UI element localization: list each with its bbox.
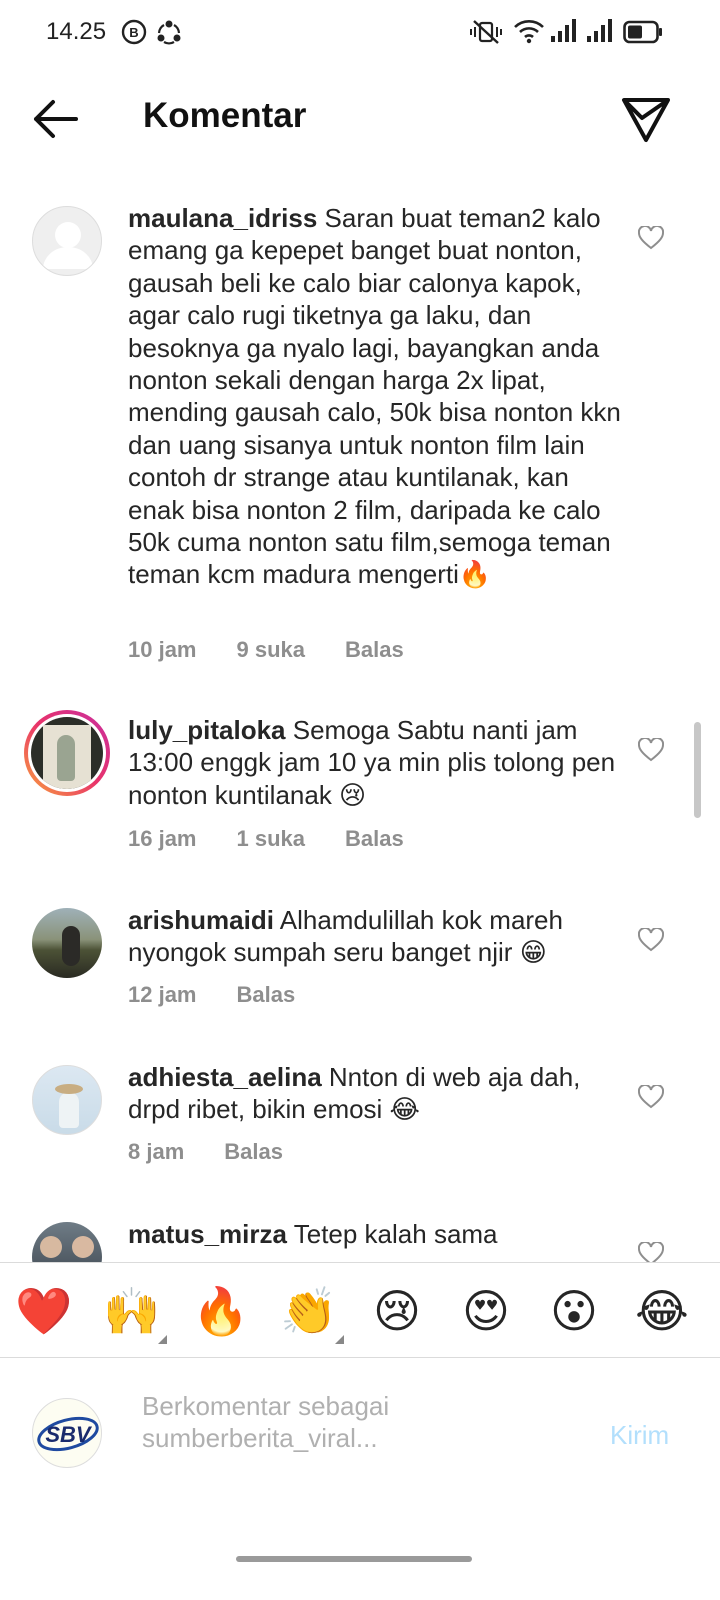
- comment-meta: 12 jam Balas: [128, 982, 295, 1008]
- reply-button[interactable]: Balas: [224, 1139, 283, 1165]
- svg-text:SBV: SBV: [45, 1422, 93, 1447]
- emoji-fire[interactable]: 🔥: [191, 1283, 251, 1339]
- avatar[interactable]: [32, 206, 102, 276]
- comment-body: arishumaidi Alhamdulillah kok mareh nyon…: [128, 904, 628, 969]
- comment-likes[interactable]: 9 suka: [237, 637, 306, 663]
- status-bar: 14.25 B: [0, 0, 720, 64]
- sbv-logo-icon: SBV: [37, 1416, 99, 1452]
- reply-button[interactable]: Balas: [345, 826, 404, 852]
- home-indicator[interactable]: [236, 1556, 472, 1562]
- reply-button[interactable]: Balas: [237, 982, 296, 1008]
- paper-plane-icon: [622, 98, 670, 142]
- comment-meta: 16 jam 1 suka Balas: [128, 826, 404, 852]
- status-time: 14.25: [46, 18, 107, 45]
- comment-composer: SBV Berkomentar sebagai sumberberita_vir…: [0, 1358, 720, 1508]
- comment-time: 8 jam: [128, 1139, 185, 1164]
- emoji-clapping-hands[interactable]: 👏: [279, 1283, 339, 1339]
- comment-list[interactable]: maulana_idriss Saran buat teman2 kalo em…: [0, 168, 720, 1286]
- my-avatar: SBV: [32, 1398, 102, 1468]
- like-button[interactable]: [637, 224, 665, 250]
- heart-outline-icon: [637, 736, 665, 762]
- signal-2-icon: [586, 18, 614, 49]
- default-user-icon: [43, 222, 93, 269]
- comment-body: luly_pitaloka Semoga Sabtu nanti jam 13:…: [128, 714, 628, 811]
- comment-username[interactable]: adhiesta_aelina: [128, 1062, 322, 1092]
- emoji-tears-of-joy[interactable]: 😂: [632, 1283, 692, 1339]
- heart-outline-icon: [637, 1083, 665, 1109]
- comment-meta: 10 jam 9 suka Balas: [128, 637, 404, 663]
- comment-username[interactable]: matus_mirza: [128, 1219, 287, 1249]
- comment-username[interactable]: maulana_idriss: [128, 203, 317, 233]
- comment-body: adhiesta_aelina Nnton di web aja dah, dr…: [128, 1061, 628, 1126]
- post-button[interactable]: Kirim: [610, 1420, 669, 1451]
- comment-body: maulana_idriss Saran buat teman2 kalo em…: [128, 202, 628, 591]
- comment-time: 16 jam: [128, 826, 197, 851]
- b-notification-icon: B: [121, 19, 147, 50]
- wifi-icon: [513, 18, 545, 49]
- reply-button[interactable]: Balas: [345, 637, 404, 663]
- emoji-quick-bar: ❤️ 🙌 🔥 👏 😢 😍 😮 😂: [0, 1262, 720, 1358]
- share-button[interactable]: [618, 92, 674, 148]
- comment-text: Tetep kalah sama: [293, 1219, 498, 1249]
- comment-input[interactable]: Berkomentar sebagai sumberberita_viral..…: [142, 1390, 562, 1454]
- avatar[interactable]: [32, 908, 102, 978]
- avatar[interactable]: [24, 710, 110, 796]
- emoji-surprised[interactable]: 😮: [544, 1283, 604, 1339]
- skin-tone-indicator: [158, 1335, 167, 1344]
- svg-text:B: B: [129, 25, 138, 40]
- battery-icon: [623, 20, 663, 49]
- comment-text: Saran buat teman2 kalo emang ga kepepet …: [128, 203, 621, 590]
- sync-notification-icon: [155, 18, 183, 51]
- comment-username[interactable]: arishumaidi: [128, 905, 274, 935]
- vibrate-mute-icon: [470, 19, 502, 50]
- emoji-raising-hands[interactable]: 🙌: [102, 1283, 162, 1339]
- skin-tone-indicator: [335, 1335, 344, 1344]
- like-button[interactable]: [637, 926, 665, 952]
- heart-outline-icon: [637, 926, 665, 952]
- comment-meta: 8 jam Balas: [128, 1139, 283, 1165]
- comment-likes[interactable]: 1 suka: [237, 826, 306, 852]
- signal-1-icon: [550, 18, 578, 49]
- scrollbar[interactable]: [694, 722, 701, 818]
- back-button[interactable]: [26, 94, 86, 144]
- comment-time: 12 jam: [128, 982, 197, 1007]
- header: Komentar: [0, 72, 720, 168]
- like-button[interactable]: [637, 1083, 665, 1109]
- heart-outline-icon: [637, 224, 665, 250]
- page-title: Komentar: [143, 96, 307, 135]
- emoji-crying-face[interactable]: 😢: [367, 1283, 427, 1339]
- arrow-left-icon: [34, 100, 78, 138]
- emoji-heart-eyes[interactable]: 😍: [456, 1283, 516, 1339]
- comment-time: 10 jam: [128, 637, 197, 662]
- avatar[interactable]: [32, 1065, 102, 1135]
- like-button[interactable]: [637, 736, 665, 762]
- comment-username[interactable]: luly_pitaloka: [128, 715, 286, 745]
- emoji-red-heart[interactable]: ❤️: [14, 1283, 74, 1339]
- comment-body: matus_mirza Tetep kalah sama: [128, 1218, 628, 1250]
